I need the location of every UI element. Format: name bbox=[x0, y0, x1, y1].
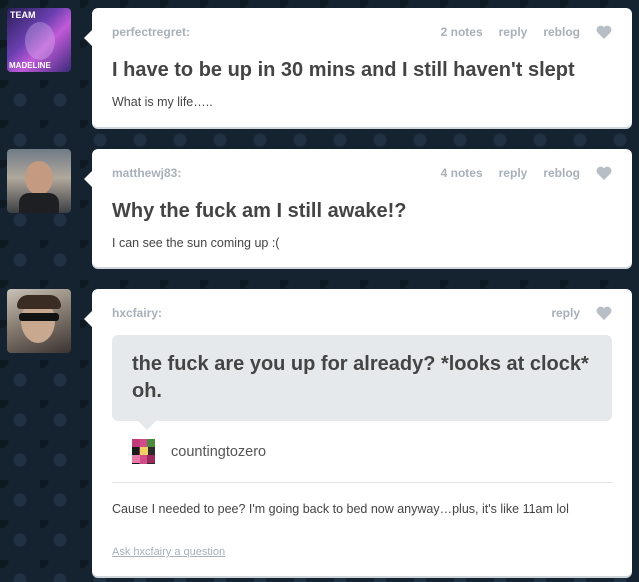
asker-name[interactable]: countingtozero bbox=[171, 444, 266, 460]
notes-count[interactable]: 4 notes bbox=[441, 166, 483, 180]
ask-question-link[interactable]: Ask hxcfairy a question bbox=[112, 546, 225, 558]
post-header: perfectregret: 2 notes reply reblog bbox=[112, 25, 612, 39]
avatar-face bbox=[25, 22, 55, 60]
asker[interactable]: countingtozero bbox=[132, 439, 266, 464]
notes-count[interactable]: 2 notes bbox=[441, 25, 483, 39]
post-header: hxcfairy: reply bbox=[112, 306, 612, 320]
post-body: I can see the sun coming up :( bbox=[112, 236, 280, 250]
post-controls: 4 notes reply reblog bbox=[441, 166, 612, 180]
post-title: I have to be up in 30 mins and I still h… bbox=[112, 59, 575, 81]
heart-icon[interactable] bbox=[596, 166, 612, 180]
post-controls: 2 notes reply reblog bbox=[441, 25, 612, 39]
reply-button[interactable]: reply bbox=[551, 306, 580, 320]
avatar-text-bottom: MADELINE bbox=[9, 61, 51, 70]
asker-avatar[interactable] bbox=[132, 439, 155, 464]
avatar-hxcfairy[interactable] bbox=[7, 289, 71, 353]
sunglasses-icon bbox=[19, 313, 59, 321]
post-body: What is my life….. bbox=[112, 95, 213, 109]
avatar-matthewj83[interactable] bbox=[7, 149, 71, 213]
avatar-face bbox=[25, 161, 53, 195]
post-controls: reply bbox=[551, 306, 612, 320]
divider bbox=[112, 482, 612, 483]
post-username[interactable]: hxcfairy: bbox=[112, 306, 162, 320]
post-username[interactable]: perfectregret: bbox=[112, 25, 190, 39]
avatar-hair bbox=[17, 295, 61, 309]
heart-icon[interactable] bbox=[596, 25, 612, 39]
avatar-shirt bbox=[19, 193, 59, 213]
post-username[interactable]: matthewj83: bbox=[112, 166, 181, 180]
avatar-text-top: TEAM bbox=[10, 10, 36, 20]
post-header: matthewj83: 4 notes reply reblog bbox=[112, 166, 612, 180]
reblog-button[interactable]: reblog bbox=[543, 25, 580, 39]
question-bubble: the fuck are you up for already? *looks … bbox=[112, 335, 612, 430]
heart-icon[interactable] bbox=[596, 306, 612, 320]
post-title: Why the fuck am I still awake!? bbox=[112, 200, 407, 222]
reblog-button[interactable]: reblog bbox=[543, 166, 580, 180]
post-card: perfectregret: 2 notes reply reblog I ha… bbox=[84, 8, 632, 127]
reply-button[interactable]: reply bbox=[499, 166, 528, 180]
post-card: hxcfairy: reply the fuck are you up for … bbox=[84, 289, 632, 576]
answer-text: Cause I needed to pee? I'm going back to… bbox=[112, 502, 569, 516]
reply-button[interactable]: reply bbox=[499, 25, 528, 39]
post-card: matthewj83: 4 notes reply reblog Why the… bbox=[84, 149, 632, 267]
avatar-perfectregret[interactable]: TEAM MADELINE bbox=[7, 8, 71, 72]
